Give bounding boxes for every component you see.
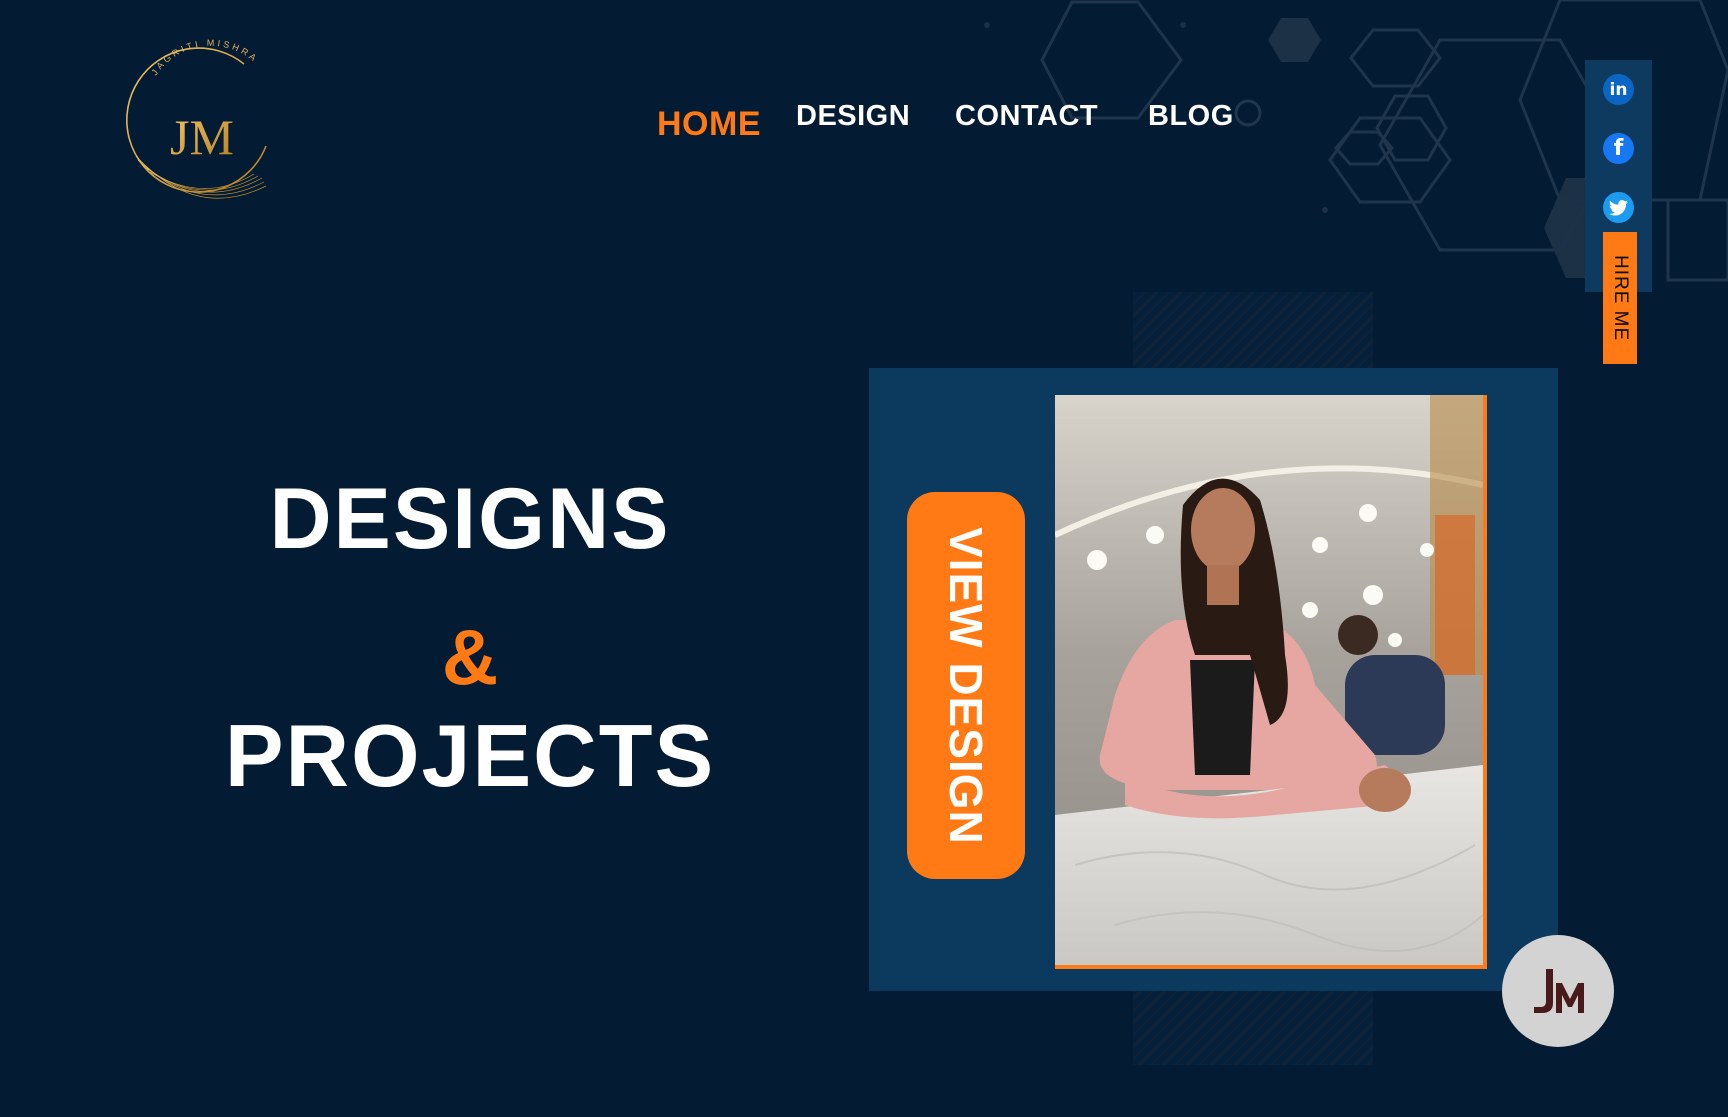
nav-blog[interactable]: BLOG [1148, 100, 1234, 133]
view-design-label: VIEW DESIGN [940, 526, 992, 845]
hire-me-button[interactable]: HIRE ME [1603, 232, 1637, 364]
hire-me-label: HIRE ME [1610, 254, 1631, 342]
twitter-icon[interactable] [1603, 192, 1634, 223]
headline-projects: PROJECTS [224, 706, 716, 805]
profile-photo [1055, 395, 1483, 965]
nav-contact[interactable]: CONTACT [955, 100, 1098, 133]
headline-designs: DESIGNS [269, 471, 671, 567]
nav-home[interactable]: HOME [657, 105, 761, 144]
nav-design[interactable]: DESIGN [796, 100, 910, 133]
view-design-button[interactable]: VIEW DESIGN [907, 492, 1025, 879]
main-nav: HOME DESIGN CONTACT BLOG [0, 100, 1728, 150]
facebook-icon[interactable]: f [1603, 133, 1634, 164]
monogram-badge[interactable] [1502, 935, 1614, 1047]
linkedin-icon[interactable]: in [1603, 74, 1634, 105]
jm-monogram-icon [1534, 969, 1584, 1013]
twitter-bird-icon [1609, 199, 1628, 216]
headline-ampersand: & [441, 613, 499, 701]
svg-text:JAGRITI MISHRA: JAGRITI MISHRA [149, 38, 260, 77]
